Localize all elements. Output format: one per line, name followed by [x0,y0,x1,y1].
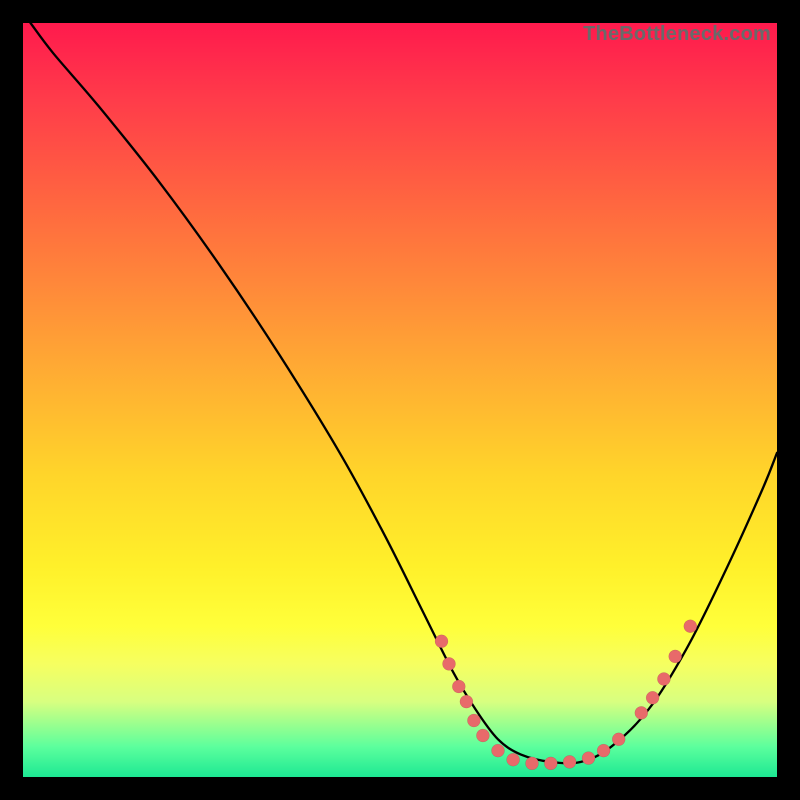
data-point [657,673,670,686]
data-point [635,706,648,719]
data-point [460,695,473,708]
bottleneck-curve [31,23,778,763]
data-point [443,657,456,670]
chart-frame: TheBottleneck.com [23,23,777,777]
data-point [563,755,576,768]
data-point [526,757,539,770]
data-point [544,757,557,770]
data-point [467,714,480,727]
data-point [612,733,625,746]
data-point [669,650,682,663]
chart-plot [23,23,777,777]
data-point [597,744,610,757]
data-point [684,620,697,633]
data-point [582,752,595,765]
data-point [646,691,659,704]
data-point [452,680,465,693]
data-point [476,729,489,742]
data-point [507,753,520,766]
data-point [492,744,505,757]
data-points [435,620,697,770]
data-point [435,635,448,648]
